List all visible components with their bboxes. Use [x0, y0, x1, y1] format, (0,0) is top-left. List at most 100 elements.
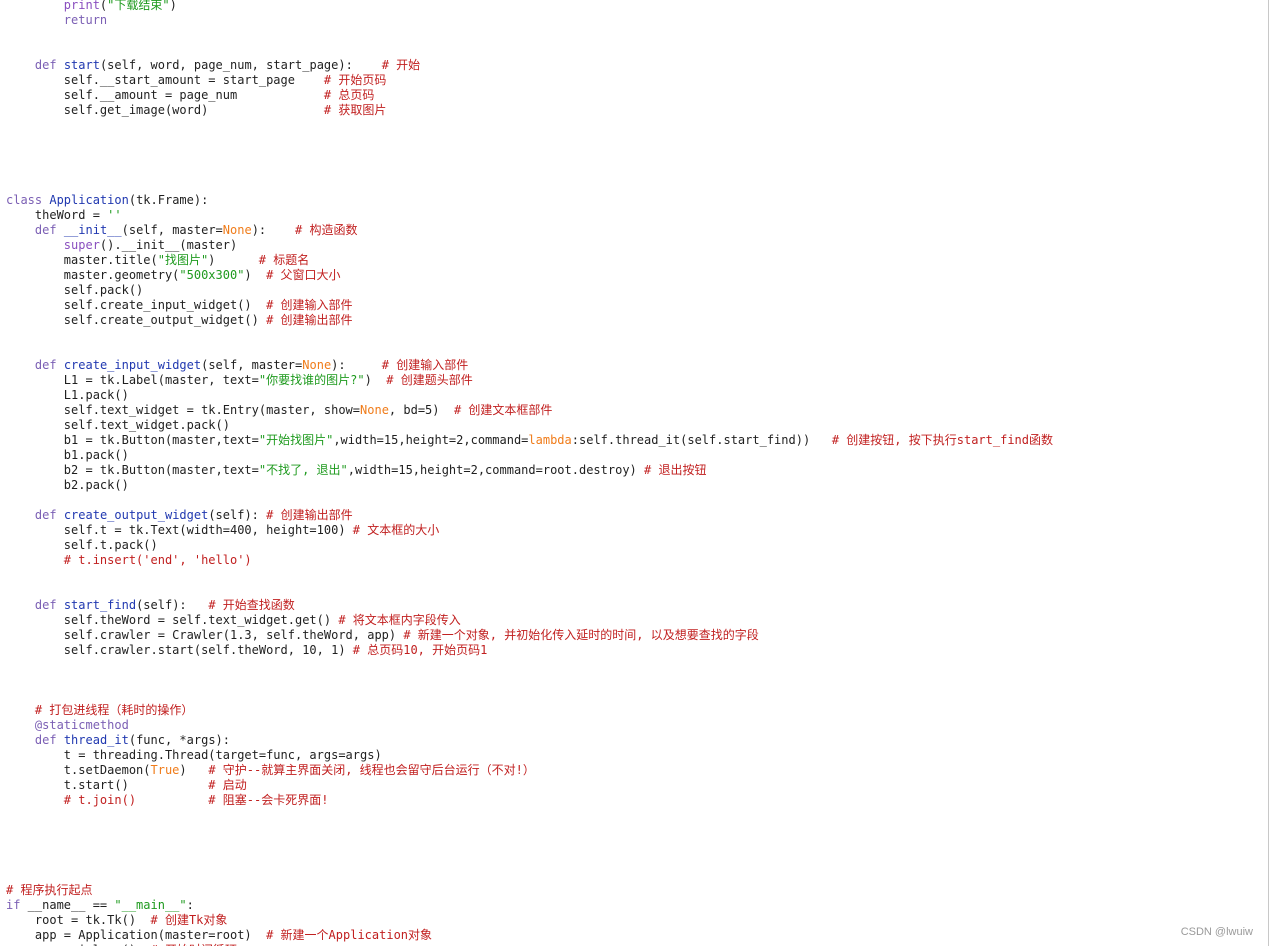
code-token: start [63, 58, 100, 72]
code-token: super [63, 238, 100, 252]
code-token: # 创建输出部件 [266, 508, 353, 522]
code-line: t = threading.Thread(target=func, args=a… [6, 748, 1053, 763]
code-token: "500x300" [179, 268, 245, 282]
code-token: def [34, 598, 57, 612]
code-token: ) [179, 763, 209, 777]
code-token: # 获取图片 [323, 103, 387, 117]
code-token: '' [107, 208, 122, 222]
code-token: @staticmethod [34, 718, 129, 732]
code-token: # t.insert('end', 'hello') [63, 553, 252, 567]
code-token: theWord = [6, 208, 108, 222]
code-line: self.crawler.start(self.theWord, 10, 1) … [6, 643, 1053, 658]
code-line: # 程序执行起点 [6, 883, 1053, 898]
code-token: self.theWord = self.text_widget.get() [6, 613, 339, 627]
code-token: # 将文本框内字段传入 [338, 613, 461, 627]
code-token: b2.pack() [6, 478, 129, 492]
code-line: self.pack() [6, 283, 1053, 298]
code-line: self.t = tk.Text(width=400, height=100) … [6, 523, 1053, 538]
code-token: (self, word, page_num, start_page): [99, 58, 382, 72]
code-editor: print("下载结束") return def start(self, wor… [0, 0, 1269, 946]
code-token: master.geometry( [6, 268, 180, 282]
code-token: thread_it [63, 733, 129, 747]
code-token: def [34, 508, 57, 522]
code-line: self.create_input_widget() # 创建输入部件 [6, 298, 1053, 313]
code-token: True [150, 763, 180, 777]
code-line: if __name__ == "__main__": [6, 898, 1053, 913]
code-line: class Application(tk.Frame): [6, 193, 1053, 208]
code-line: app = Application(master=root) # 新建一个App… [6, 928, 1053, 943]
code-token: # 开始页码 [323, 73, 387, 87]
code-line: self.text_widget = tk.Entry(master, show… [6, 403, 1053, 418]
code-token: # 开始查找函数 [208, 598, 295, 612]
code-line: self.__amount = page_num # 总页码 [6, 88, 1053, 103]
code-line: def create_output_widget(self): # 创建输出部件 [6, 508, 1053, 523]
code-line: def __init__(self, master=None): # 构造函数 [6, 223, 1053, 238]
code-token: # 守护--就算主界面关闭, 线程也会留守后台运行（不对!） [208, 763, 535, 777]
code-token: # 程序执行起点 [6, 883, 93, 897]
code-token: "你要找谁的图片?" [258, 373, 365, 387]
code-token: # t.join() # 阻塞--会卡死界面! [63, 793, 329, 807]
code-token: # 开始 [381, 58, 421, 72]
code-token: self.t.pack() [6, 538, 158, 552]
code-token: :self.thread_it(self.start_find)) [571, 433, 832, 447]
code-token: def [34, 358, 57, 372]
code-token: self.crawler.start(self.theWord, 10, 1) [6, 643, 353, 657]
code-token: def [34, 223, 57, 237]
code-line: b2.pack() [6, 478, 1053, 493]
code-line: super().__init__(master) [6, 238, 1053, 253]
code-token: # 新建一个Application对象 [266, 928, 433, 942]
code-token: # 创建按钮, 按下执行start_find函数 [831, 433, 1054, 447]
code-token: (func, *args): [128, 733, 231, 747]
code-token: ) [208, 253, 259, 267]
code-token: # 总页码10, 开始页码1 [352, 643, 488, 657]
code-token: None [360, 403, 389, 417]
code-token: t.setDaemon( [6, 763, 151, 777]
csdn-watermark: CSDN @lwuiw [1180, 926, 1253, 938]
code-line: @staticmethod [6, 718, 1053, 733]
code-line: self.t.pack() [6, 538, 1053, 553]
code-token: start_find [63, 598, 137, 612]
code-token: ): [251, 223, 296, 237]
code-token: t.start() [6, 778, 209, 792]
code-area[interactable]: print("下载结束") return def start(self, wor… [6, 0, 1053, 946]
code-token: def [34, 58, 57, 72]
code-token: None [222, 223, 252, 237]
code-line: L1.pack() [6, 388, 1053, 403]
code-token: ) [244, 268, 267, 282]
code-line: self.get_image(word) # 获取图片 [6, 103, 1053, 118]
code-token: L1.pack() [6, 388, 129, 402]
code-line: # t.insert('end', 'hello') [6, 553, 1053, 568]
code-token: # 创建题头部件 [386, 373, 473, 387]
code-token: self.text_widget.pack() [6, 418, 230, 432]
code-token: (self, master= [201, 358, 303, 372]
code-token: app = Application(master=root) [6, 928, 267, 942]
code-token: create_input_widget [63, 358, 202, 372]
code-token: self.get_image(word) [6, 103, 324, 117]
code-token: lambda [528, 433, 572, 447]
code-token: # 创建Tk对象 [150, 913, 228, 927]
code-token: # 总页码 [323, 88, 375, 102]
code-token: # 新建一个对象, 并初始化传入延时的时间, 以及想要查找的字段 [403, 628, 759, 642]
code-token: root = tk.Tk() [6, 913, 151, 927]
code-line: t.start() # 启动 [6, 778, 1053, 793]
code-token: # 标题名 [258, 253, 310, 267]
